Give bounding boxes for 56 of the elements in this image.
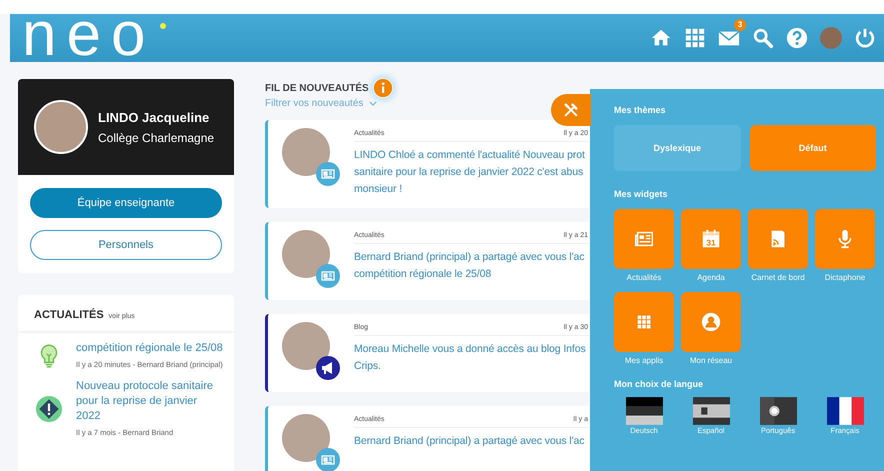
help-icon[interactable] — [786, 27, 808, 49]
feed-title: FIL DE NOUVEAUTÉS — [265, 82, 369, 94]
feed-text: compétition régionale le 25/08 — [354, 267, 492, 282]
feed-text: Moreau Michelle vous a donné accès au blog Infos — [354, 342, 587, 357]
widget-tile[interactable] — [681, 292, 741, 352]
warning-icon — [36, 396, 62, 422]
megaphone-icon — [316, 356, 340, 380]
tools-icon — [562, 101, 580, 119]
section-title: Mon choix de langue — [614, 379, 704, 389]
user-avatar[interactable] — [820, 27, 842, 49]
group-button[interactable]: Équipe enseignante — [30, 188, 222, 218]
filter-dropdown[interactable]: Filtrer vos nouveautés — [265, 98, 378, 109]
widget-label: Agenda — [696, 272, 726, 284]
feed-text: LINDO Chloé a commenté l'actualité Nouveau prot — [354, 148, 586, 163]
info-icon[interactable] — [372, 78, 393, 98]
user-circle-icon — [700, 311, 722, 333]
theme-button[interactable]: Défaut — [750, 125, 876, 171]
power-icon[interactable] — [854, 27, 876, 49]
card-title: ACTUALITÉS — [34, 309, 104, 321]
widget-tile[interactable]: 31 — [681, 209, 741, 269]
theme-button[interactable]: Dyslexique — [614, 125, 740, 171]
news-title-link[interactable]: compétition régionale le 25/08 — [76, 341, 223, 356]
user-avatar — [282, 322, 330, 370]
widget-tile[interactable] — [614, 209, 674, 269]
feed-text: monsieur ! — [354, 182, 404, 197]
feed-text: Bernard Briand (principal) a partagé avec vous l'ac — [354, 250, 586, 265]
feed-text: Crips. — [354, 359, 382, 374]
user-avatar — [282, 414, 330, 462]
section-title: Mes thèmes — [614, 105, 667, 115]
search-icon[interactable] — [752, 27, 774, 49]
tools-tab[interactable] — [551, 94, 591, 126]
feed-text: Bernard Briand (principal) a partagé avec vous l'ac — [354, 434, 586, 449]
widget-label: Carnet de bord — [750, 272, 806, 284]
caret-icon — [369, 101, 378, 106]
newspaper-icon — [316, 162, 340, 186]
notification-badge: 3 — [734, 19, 746, 31]
news-title-link[interactable]: Nouveau protocole sanitaire pour la reprise de janvier 2022 — [76, 379, 224, 424]
feed-text: sanitaire pour la reprise de janvier 2022 c'est abus — [354, 165, 584, 180]
widget-label: Mes applis — [624, 355, 664, 367]
user-name: LINDO Jacqueline — [98, 110, 210, 124]
widget-tile[interactable] — [748, 209, 808, 269]
widget-tile[interactable] — [815, 209, 875, 269]
widget-label: Actualités — [626, 272, 662, 284]
logo-dot-icon — [160, 23, 166, 29]
logo[interactable]: neo — [22, 11, 156, 59]
user-avatar — [282, 128, 330, 176]
widget-label: Mon réseau — [688, 355, 734, 367]
group-button[interactable]: Personnels — [30, 230, 222, 260]
widget-tile[interactable] — [614, 292, 674, 352]
school-name: Collège Charlemagne — [98, 130, 214, 144]
widget-label: Dictaphone — [824, 272, 866, 284]
section-title: Mes widgets — [614, 189, 669, 199]
apps-grid-icon[interactable] — [684, 27, 706, 49]
user-avatar — [282, 230, 330, 278]
avatar-photo-placeholder — [34, 100, 88, 154]
newspaper-icon — [316, 264, 340, 288]
